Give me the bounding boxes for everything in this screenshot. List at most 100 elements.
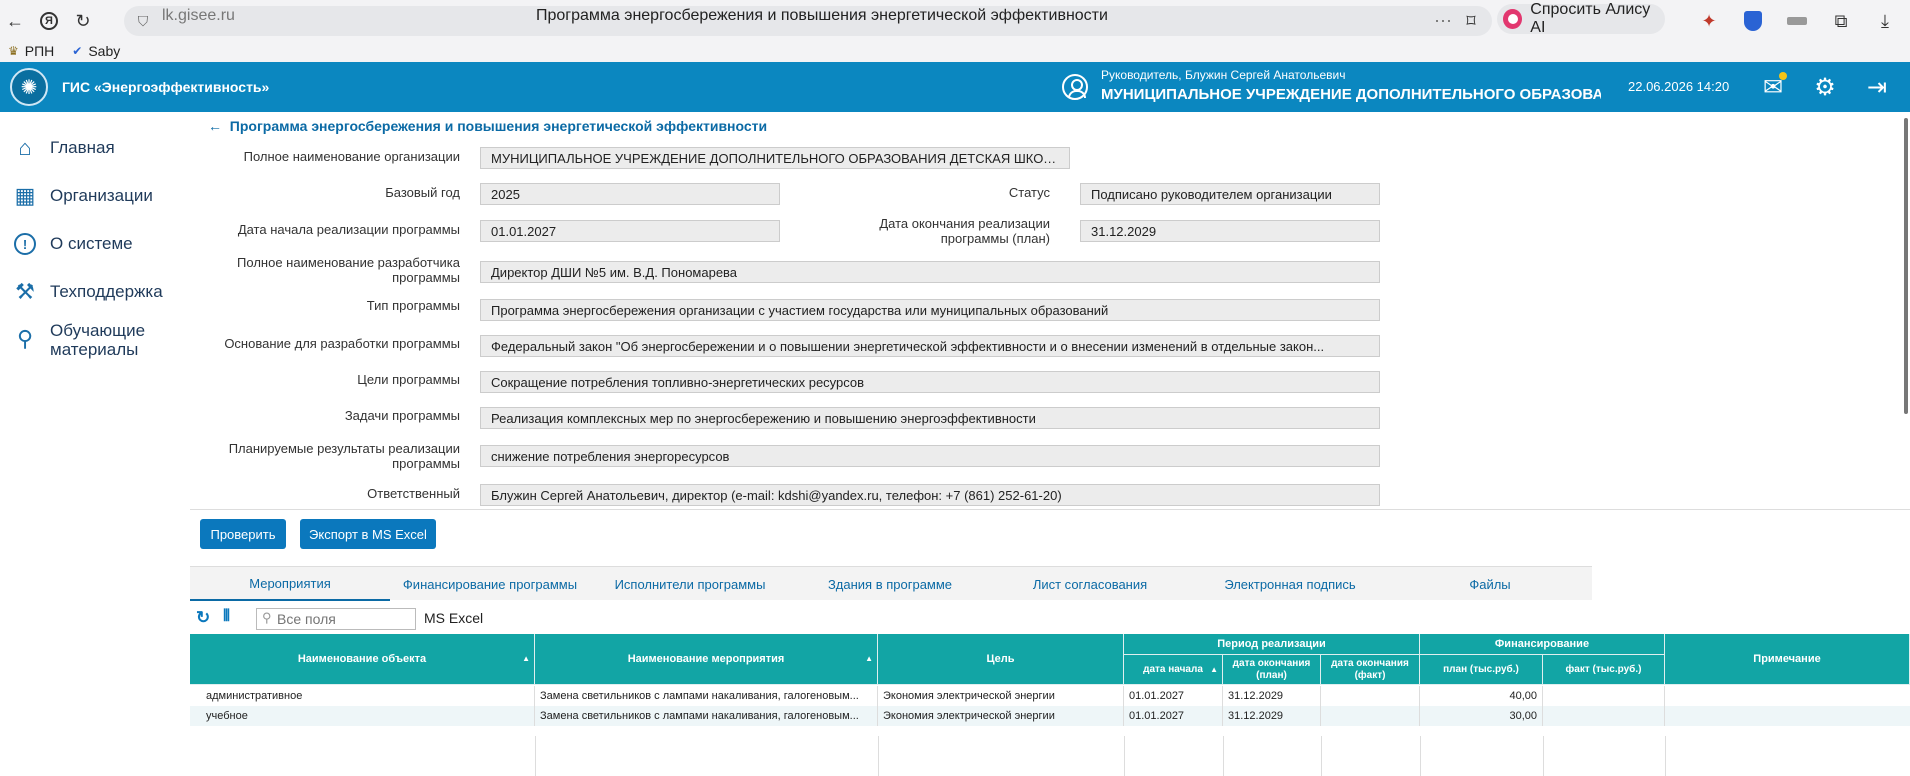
column-header-plan[interactable]: план (тыс.руб.) bbox=[1420, 655, 1543, 685]
table-row[interactable]: учебное Замена светильников с лампами на… bbox=[190, 706, 1910, 726]
url-text[interactable]: lk.gisee.ru bbox=[162, 7, 235, 25]
cell-object: административное bbox=[190, 686, 535, 706]
check-button[interactable]: Проверить bbox=[200, 519, 286, 549]
bookmarks-bar: ♛ РПН ✔ Saby bbox=[0, 40, 120, 62]
type-field[interactable]: Программа энергосбережения организации с… bbox=[480, 299, 1380, 321]
cell-end-fact bbox=[1321, 686, 1420, 706]
cell-end-plan: 31.12.2029 bbox=[1223, 686, 1321, 706]
column-header-object[interactable]: Наименование объекта ▲ bbox=[190, 634, 535, 685]
refresh-icon[interactable]: ↻ bbox=[196, 608, 210, 628]
end-date-label: Дата окончания реализации программы (пла… bbox=[879, 216, 1050, 246]
columns-icon[interactable]: ⦀ bbox=[223, 608, 230, 626]
yandex-icon[interactable]: Я bbox=[36, 8, 62, 34]
cell-fact bbox=[1543, 706, 1665, 726]
bookmark-saby[interactable]: Saby bbox=[88, 43, 120, 59]
sidebar-item-home[interactable]: ⌂ Главная bbox=[12, 135, 115, 161]
extension-bar-icon[interactable] bbox=[1784, 8, 1810, 34]
more-icon[interactable]: ⋯ bbox=[1430, 8, 1456, 34]
org-name-field[interactable]: МУНИЦИПАЛЬНОЕ УЧРЕЖДЕНИЕ ДОПОЛНИТЕЛЬНОГО… bbox=[480, 147, 1070, 169]
table-row[interactable]: административное Замена светильников с л… bbox=[190, 686, 1910, 706]
tab-buildings[interactable]: Здания в программе bbox=[790, 567, 990, 601]
start-date-label: Дата начала реализации программы bbox=[237, 222, 460, 237]
column-divider bbox=[1543, 736, 1544, 776]
form-scrollbar[interactable] bbox=[1904, 118, 1908, 414]
app-header: ✺ ГИС «Энергоэффективность» Руководитель… bbox=[0, 62, 1910, 112]
goals-field[interactable]: Сокращение потребления топливно-энергети… bbox=[480, 371, 1380, 393]
results-field[interactable]: снижение потребления энергоресурсов bbox=[480, 445, 1380, 467]
end-date-field[interactable]: 31.12.2029 bbox=[1080, 220, 1380, 242]
bookmark-rpn[interactable]: РПН bbox=[25, 43, 55, 59]
column-divider bbox=[1223, 736, 1224, 776]
column-header-note[interactable]: Примечание bbox=[1665, 634, 1910, 685]
notification-badge bbox=[1779, 72, 1787, 80]
sidebar-item-support[interactable]: ⚒ Техподдержка bbox=[12, 279, 163, 305]
sidebar-item-label: Главная bbox=[50, 138, 115, 157]
sidebar-item-about[interactable]: ! О системе bbox=[12, 231, 133, 257]
sidebar-item-label: О системе bbox=[50, 234, 133, 253]
alisa-button[interactable]: Спросить Алису AI bbox=[1497, 1, 1665, 36]
sort-up-icon: ▲ bbox=[1210, 664, 1218, 674]
column-header-end-fact[interactable]: дата окончания (факт) bbox=[1321, 655, 1420, 685]
column-header-measure[interactable]: Наименование мероприятия ▲ bbox=[535, 634, 878, 685]
tab-executors[interactable]: Исполнители программы bbox=[590, 567, 790, 601]
back-arrow-icon: ← bbox=[208, 118, 230, 134]
bookmark-icon[interactable]: ⌑ bbox=[1458, 8, 1484, 34]
building-icon: ▦ bbox=[14, 183, 36, 208]
user-role: Руководитель, Блужин Сергей Анатольевич bbox=[1101, 68, 1346, 82]
user-icon[interactable] bbox=[1062, 74, 1088, 100]
sidebar-item-label: Организации bbox=[50, 186, 153, 205]
tasks-field[interactable]: Реализация комплексных мер по энергосбер… bbox=[480, 407, 1380, 429]
column-divider bbox=[1321, 736, 1322, 776]
cell-start: 01.01.2027 bbox=[1124, 706, 1223, 726]
base-year-field[interactable]: 2025 bbox=[480, 183, 780, 205]
gear-icon[interactable]: ⚙ bbox=[1810, 72, 1840, 102]
info-icon: ! bbox=[12, 231, 38, 257]
alisa-label: Спросить Алису AI bbox=[1530, 1, 1651, 36]
sidebar-item-label: Техподдержка bbox=[50, 282, 163, 301]
export-excel-button[interactable]: Экспорт в MS Excel bbox=[300, 519, 436, 549]
tab-e-signature[interactable]: Электронная подпись bbox=[1190, 567, 1390, 601]
excel-link[interactable]: MS Excel bbox=[424, 610, 483, 626]
start-date-field[interactable]: 01.01.2027 bbox=[480, 220, 780, 242]
sort-up-icon: ▲ bbox=[522, 654, 530, 663]
logout-icon[interactable]: ⇥ bbox=[1862, 72, 1892, 102]
cell-measure: Замена светильников с лампами накаливани… bbox=[535, 686, 878, 706]
column-header-end-plan[interactable]: дата окончания (план) bbox=[1223, 655, 1321, 685]
rpn-icon: ♛ bbox=[8, 44, 19, 58]
browser-chrome: ← Я ↻ ⛉ lk.gisee.ru Программа энергосбер… bbox=[0, 0, 1910, 62]
extension-shield-icon[interactable] bbox=[1740, 8, 1766, 34]
org-name[interactable]: МУНИЦИПАЛЬНОЕ УЧРЕЖДЕНИЕ ДОПОЛНИТЕЛЬНОГО… bbox=[1101, 86, 1601, 103]
tab-approval-sheet[interactable]: Лист согласования bbox=[990, 567, 1190, 601]
column-header-start[interactable]: дата начала ▲ bbox=[1124, 655, 1223, 685]
app-title[interactable]: ГИС «Энергоэффективность» bbox=[62, 79, 269, 95]
back-arrow-icon[interactable]: ← bbox=[2, 8, 28, 34]
responsible-field[interactable]: Блужин Сергей Анатольевич, директор (e-m… bbox=[480, 484, 1380, 506]
tab-title: Программа энергосбережения и повышения э… bbox=[536, 7, 1108, 24]
goals-label: Цели программы bbox=[357, 372, 460, 387]
alisa-icon bbox=[1503, 9, 1523, 29]
developer-field[interactable]: Директор ДШИ №5 им. В.Д. Пономарева bbox=[480, 261, 1380, 283]
back-link[interactable]: ← Программа энергосбережения и повышения… bbox=[208, 118, 767, 134]
tab-files[interactable]: Файлы bbox=[1390, 567, 1590, 601]
cell-goal: Экономия электрической энергии bbox=[878, 706, 1124, 726]
search-input[interactable] bbox=[256, 608, 416, 630]
emblem-logo-icon[interactable]: ✺ bbox=[10, 68, 48, 106]
learning-icon: ⚲ bbox=[16, 326, 34, 351]
reload-icon[interactable]: ↻ bbox=[70, 8, 96, 34]
download-icon[interactable]: ⤓ bbox=[1872, 8, 1898, 34]
extension-icon[interactable]: ✦ bbox=[1696, 8, 1722, 34]
search-icon: ⚲ bbox=[262, 610, 272, 625]
sidebar-item-organizations[interactable]: ▦ Организации bbox=[12, 183, 153, 209]
tab-financing[interactable]: Финансирование программы bbox=[390, 567, 590, 601]
cell-goal: Экономия электрической энергии bbox=[878, 686, 1124, 706]
collections-icon[interactable]: ⧉ bbox=[1828, 8, 1854, 34]
column-header-fact[interactable]: факт (тыс.руб.) bbox=[1543, 655, 1665, 685]
status-field[interactable]: Подписано руководителем организации bbox=[1080, 183, 1380, 205]
tab-measures[interactable]: Мероприятия bbox=[190, 567, 390, 601]
cell-plan: 40,00 bbox=[1420, 686, 1543, 706]
cell-plan: 30,00 bbox=[1420, 706, 1543, 726]
tab-bar: Мероприятия Финансирование программы Исп… bbox=[190, 566, 1592, 601]
basis-field[interactable]: Федеральный закон "Об энергосбережении и… bbox=[480, 335, 1380, 357]
sidebar-item-learning[interactable]: ⚲ Обучающие материалы bbox=[12, 321, 160, 359]
column-header-goal[interactable]: Цель bbox=[878, 634, 1124, 685]
